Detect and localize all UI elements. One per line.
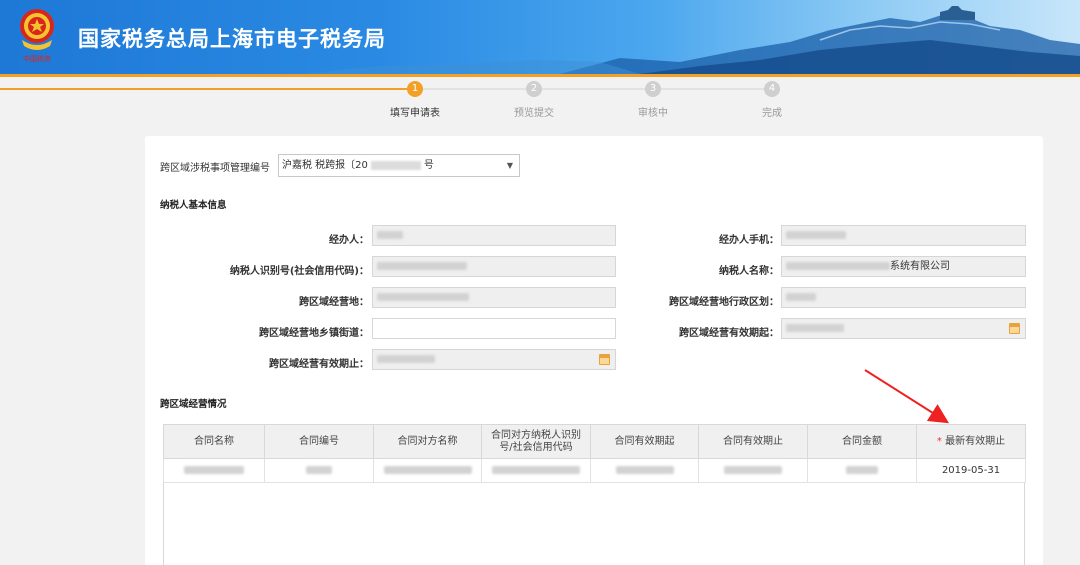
cross-street-label: 跨区域经营地乡镇街道： (259, 328, 369, 339)
operator-phone-label: 经办人手机： (719, 235, 779, 246)
cross-district-field[interactable] (781, 287, 1026, 308)
taxpayer-name-suffix: 系统有限公司 (890, 261, 950, 272)
cell-contract-name (163, 458, 265, 483)
site-header: 中国税务 国家税务总局上海市电子税务局 (0, 0, 1080, 74)
cell-counterparty-name (373, 458, 482, 483)
cell-latest-valid-to[interactable]: 2019-05-31 (916, 458, 1026, 483)
redacted-text (846, 466, 878, 474)
operator-phone-field[interactable] (781, 225, 1026, 246)
step-number: 3 (645, 81, 661, 97)
redacted-text (306, 466, 332, 474)
redacted-text (492, 466, 580, 474)
valid-from-label: 跨区域经营有效期起： (679, 328, 779, 339)
cell-valid-to (698, 458, 808, 483)
redacted-text (377, 231, 403, 239)
contracts-table: 合同名称 合同编号 合同对方名称 合同对方纳税人识别号/社会信用代码 合同有效期… (163, 424, 1026, 483)
step-1: 1 填写申请表 (375, 81, 455, 119)
redacted-text (786, 293, 816, 301)
step-4: 4 完成 (732, 81, 812, 119)
valid-to-label: 跨区域经营有效期止： (269, 359, 369, 370)
col-counterparty-name: 合同对方名称 (373, 424, 482, 459)
cell-valid-from (590, 458, 699, 483)
valid-to-date-field[interactable] (372, 349, 616, 370)
contracts-section-title: 跨区域经营情况 (160, 399, 227, 410)
cell-counterparty-id (481, 458, 591, 483)
cell-contract-no (264, 458, 374, 483)
step-3: 3 审核中 (613, 81, 693, 119)
col-valid-to: 合同有效期止 (698, 424, 808, 459)
redacted-text (377, 293, 469, 301)
col-valid-from: 合同有效期起 (590, 424, 699, 459)
cell-amount (807, 458, 917, 483)
taxpayer-name-field[interactable]: 系统有限公司 (781, 256, 1026, 277)
step-label: 完成 (762, 108, 782, 119)
mgmt-no-label: 跨区域涉税事项管理编号 (160, 163, 270, 174)
redacted-text (786, 231, 846, 239)
basic-info-section-title: 纳税人基本信息 (160, 200, 227, 211)
step-label: 填写申请表 (390, 108, 440, 119)
step-2: 2 预览提交 (494, 81, 574, 119)
redacted-text (615, 466, 674, 474)
svg-text:中国税务: 中国税务 (23, 54, 51, 63)
redacted-text (786, 262, 890, 270)
taxpayer-name-label: 纳税人名称： (719, 266, 779, 277)
redacted-text (184, 466, 244, 474)
contracts-table-frame (163, 482, 1025, 565)
progress-steps: 1 填写申请表 2 预览提交 3 审核中 4 完成 (0, 77, 1080, 122)
redacted-text (383, 466, 472, 474)
step-line-done (0, 88, 415, 90)
redacted-text (786, 324, 844, 332)
application-form-panel: 跨区域涉税事项管理编号 沪嘉税 税跨报〔20 号 ▼ 纳税人基本信息 经办人： 经… (145, 136, 1043, 565)
redacted-text (370, 160, 421, 170)
mgmt-no-value-suffix: 号 (423, 160, 434, 171)
table-row[interactable]: 2019-05-31 (163, 458, 1026, 483)
calendar-icon[interactable] (599, 354, 610, 365)
step-number: 4 (764, 81, 780, 97)
col-counterparty-id: 合同对方纳税人识别号/社会信用代码 (481, 424, 591, 459)
mgmt-no-value-prefix: 沪嘉税 税跨报〔20 (282, 160, 368, 171)
calendar-icon[interactable] (1009, 323, 1020, 334)
redacted-text (377, 262, 467, 270)
redacted-text (377, 355, 435, 363)
step-number: 1 (407, 81, 423, 97)
site-title: 国家税务总局上海市电子税务局 (78, 27, 386, 51)
table-header-row: 合同名称 合同编号 合同对方名称 合同对方纳税人识别号/社会信用代码 合同有效期… (163, 424, 1026, 459)
col-latest-valid-to-label: 最新有效期止 (945, 435, 1006, 447)
tax-bureau-emblem-icon: 中国税务 (20, 9, 54, 63)
step-line-pending (415, 88, 775, 90)
col-amount: 合同金额 (807, 424, 917, 459)
operator-label: 经办人： (329, 235, 369, 246)
redacted-text (724, 466, 782, 474)
step-label: 审核中 (638, 108, 668, 119)
valid-from-date-field[interactable] (781, 318, 1026, 339)
col-contract-name: 合同名称 (163, 424, 265, 459)
step-number: 2 (526, 81, 542, 97)
cross-district-label: 跨区域经营地行政区划： (669, 297, 779, 308)
taxpayer-id-label: 纳税人识别号(社会信用代码)： (229, 266, 369, 277)
chevron-down-icon: ▼ (506, 161, 513, 170)
col-contract-no: 合同编号 (264, 424, 374, 459)
cross-place-label: 跨区域经营地： (299, 297, 369, 308)
required-mark: * (936, 435, 942, 447)
mgmt-no-select[interactable]: 沪嘉税 税跨报〔20 号 ▼ (278, 154, 520, 177)
col-latest-valid-to: * 最新有效期止 (916, 424, 1026, 459)
step-label: 预览提交 (514, 108, 554, 119)
